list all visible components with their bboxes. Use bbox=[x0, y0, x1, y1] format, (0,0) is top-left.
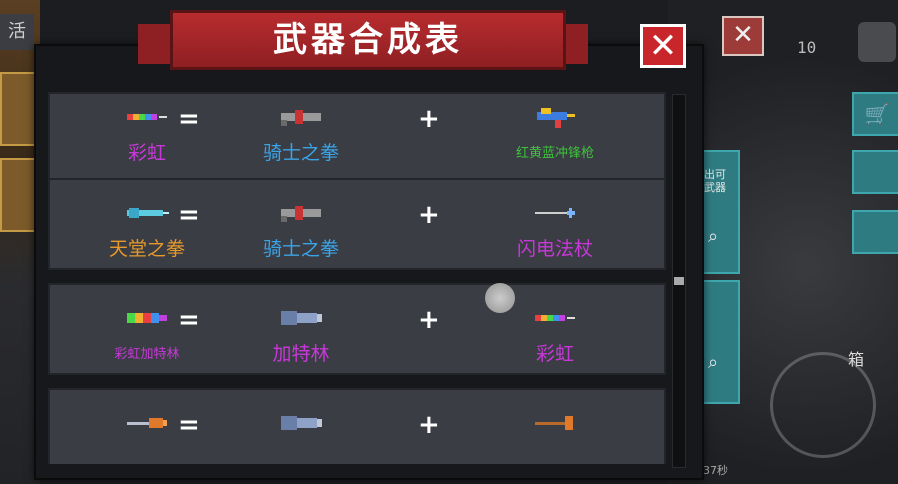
close-button[interactable]: ✕ bbox=[640, 24, 686, 68]
rainbow-gun-icon bbox=[535, 315, 575, 321]
joystick[interactable] bbox=[770, 352, 876, 458]
result-name: 彩虹 bbox=[127, 142, 166, 164]
cannon-staff-icon bbox=[127, 418, 167, 428]
recipe-scrollbar[interactable] bbox=[672, 94, 686, 468]
gatling-icon bbox=[281, 311, 322, 325]
result-name: 天堂之拳 bbox=[108, 238, 185, 260]
kill-count: 10 bbox=[797, 38, 817, 57]
rgb-smg-icon bbox=[537, 108, 575, 128]
equals-sign: = bbox=[178, 305, 200, 335]
magnify-icon: ⌕ bbox=[708, 352, 719, 373]
profile-button[interactable] bbox=[852, 150, 898, 194]
ingredient-a-cell[interactable]: 加特林 bbox=[226, 303, 376, 366]
ingredient-b-cell[interactable]: 闪电法杖 bbox=[480, 198, 630, 261]
scrollbar-thumb[interactable] bbox=[674, 277, 684, 285]
plus-sign: + bbox=[418, 305, 440, 335]
timer: 37秒 bbox=[703, 464, 728, 477]
plus-sign: + bbox=[418, 200, 440, 230]
ingredient-a-cell[interactable] bbox=[226, 408, 376, 444]
plunger-staff-icon bbox=[535, 416, 573, 430]
plus-sign: + bbox=[418, 104, 440, 134]
background-tab[interactable]: 活 bbox=[0, 14, 34, 50]
recipe-list[interactable]: 彩虹 = 骑士之拳 + 红黄蓝冲锋枪 天堂之拳 = 骑士之拳 + 闪电法杖 彩虹… bbox=[48, 92, 668, 464]
heaven-fist-gun-icon bbox=[127, 208, 169, 218]
ingredient-a-name: 加特林 bbox=[272, 343, 330, 365]
recipe-row: = + bbox=[48, 388, 666, 464]
lightning-staff-icon bbox=[535, 208, 575, 218]
recipe-row: 天堂之拳 = 骑士之拳 + 闪电法杖 bbox=[48, 178, 666, 270]
ingredient-a-name: 骑士之拳 bbox=[262, 142, 339, 164]
ingredient-b-cell[interactable]: 红黄蓝冲锋枪 bbox=[480, 102, 630, 161]
background-close-button[interactable]: ✕ bbox=[722, 16, 764, 56]
pause-button[interactable] bbox=[858, 22, 896, 62]
ingredient-b-name: 红黄蓝冲锋枪 bbox=[515, 146, 594, 161]
equals-sign: = bbox=[178, 200, 200, 230]
ingredient-a-name: 骑士之拳 bbox=[262, 238, 339, 260]
ingredient-b-cell[interactable] bbox=[480, 408, 630, 444]
equals-sign: = bbox=[178, 410, 200, 440]
shop-cart-button[interactable]: 🛒 bbox=[852, 92, 898, 136]
ingredient-b-name: 闪电法杖 bbox=[516, 238, 593, 260]
background-slot bbox=[0, 72, 38, 146]
rainbow-gun-icon bbox=[127, 114, 167, 120]
equals-sign: = bbox=[178, 104, 200, 134]
cart-icon: 🛒 bbox=[864, 102, 890, 126]
ingredient-a-cell[interactable]: 骑士之拳 bbox=[226, 198, 376, 261]
recipe-row: 彩虹 = 骑士之拳 + 红黄蓝冲锋枪 bbox=[48, 92, 666, 184]
window-title: 武器合成表 bbox=[170, 10, 566, 70]
gatling-icon bbox=[281, 416, 322, 430]
magnify-icon: ⌕ bbox=[708, 226, 719, 247]
recipe-row: 彩虹加特林 = 加特林 + 彩虹 bbox=[48, 283, 666, 375]
background-slot bbox=[0, 158, 38, 232]
result-name: 彩虹加特林 bbox=[114, 347, 180, 362]
plus-sign: + bbox=[418, 410, 440, 440]
ingredient-b-name: 彩虹 bbox=[535, 343, 574, 365]
ingredient-a-cell[interactable]: 骑士之拳 bbox=[226, 102, 376, 165]
map-button[interactable] bbox=[852, 210, 898, 254]
knight-fist-gun-icon bbox=[281, 110, 321, 126]
touch-cursor bbox=[485, 283, 515, 313]
knight-fist-gun-icon bbox=[281, 206, 321, 222]
rainbow-gatling-icon bbox=[127, 313, 167, 323]
drop-weapon-label: 出可武器 bbox=[704, 168, 726, 194]
